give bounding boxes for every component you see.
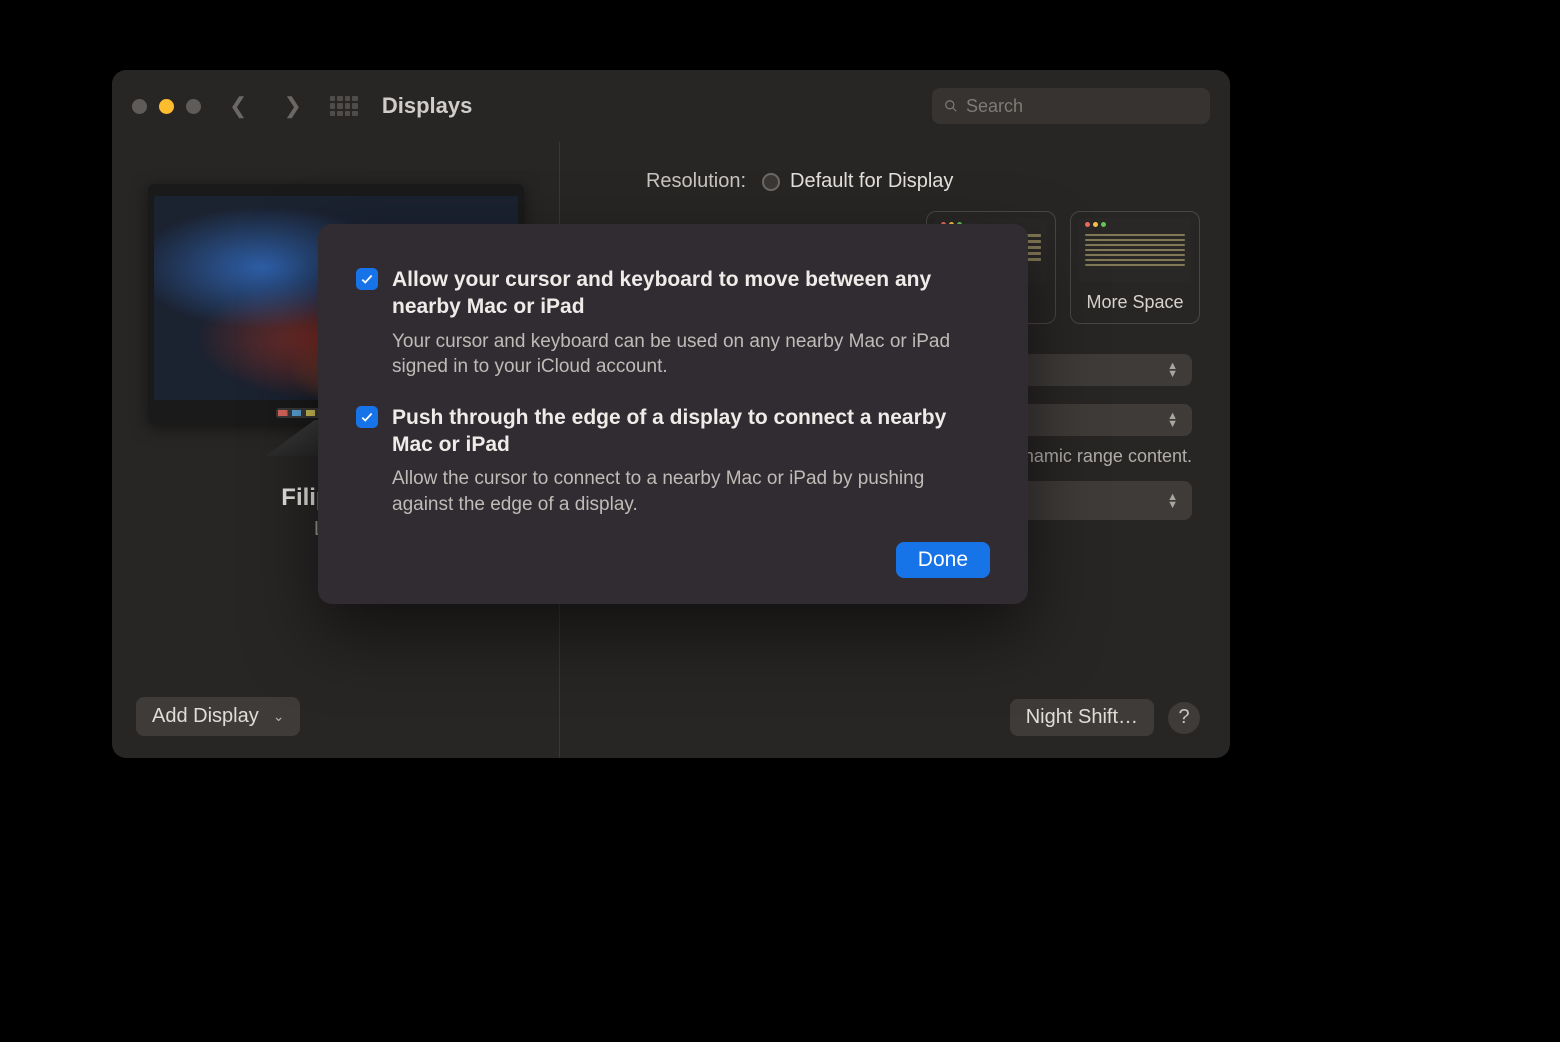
- checkmark-icon: [360, 410, 374, 424]
- zoom-button[interactable]: [186, 99, 201, 114]
- forward-button[interactable]: ❯: [283, 93, 301, 119]
- add-display-button[interactable]: Add Display ⌄: [136, 697, 300, 736]
- show-all-icon[interactable]: [330, 96, 358, 116]
- resolution-default-text: Default for Display: [790, 170, 953, 193]
- allow-cursor-keyboard-desc: Your cursor and keyboard can be used on …: [392, 329, 990, 380]
- updown-icon: ▲▼: [1167, 493, 1178, 509]
- resolution-tile-more-space-label: More Space: [1079, 292, 1191, 313]
- chevron-down-icon: ⌄: [273, 708, 285, 725]
- done-button[interactable]: Done: [896, 542, 990, 578]
- updown-icon: ▲▼: [1167, 412, 1178, 428]
- help-button[interactable]: ?: [1168, 702, 1200, 734]
- search-icon: [944, 97, 958, 115]
- window-title: Displays: [382, 93, 473, 119]
- push-through-edge-checkbox[interactable]: [356, 406, 378, 428]
- night-shift-button[interactable]: Night Shift…: [1010, 699, 1154, 736]
- universal-control-sheet: Allow your cursor and keyboard to move b…: [318, 224, 1028, 604]
- resolution-tile-more-space[interactable]: More Space: [1070, 211, 1200, 324]
- push-through-edge-title: Push through the edge of a display to co…: [392, 404, 990, 459]
- resolution-label: Resolution:: [590, 170, 746, 193]
- updown-icon: ▲▼: [1167, 362, 1178, 378]
- resolution-default-radio[interactable]: [762, 173, 780, 191]
- minimize-button[interactable]: [159, 99, 174, 114]
- search-field[interactable]: [932, 88, 1210, 124]
- traffic-lights: [132, 99, 201, 114]
- resolution-preview-icon: [1079, 218, 1191, 282]
- back-button[interactable]: ❮: [229, 93, 247, 119]
- allow-cursor-keyboard-checkbox[interactable]: [356, 268, 378, 290]
- push-through-edge-desc: Allow the cursor to connect to a nearby …: [392, 466, 990, 517]
- nav-arrows: ❮ ❯: [229, 93, 302, 119]
- allow-cursor-keyboard-title: Allow your cursor and keyboard to move b…: [392, 266, 990, 321]
- close-button[interactable]: [132, 99, 147, 114]
- add-display-label: Add Display: [152, 705, 259, 728]
- titlebar: ❮ ❯ Displays: [112, 70, 1230, 142]
- checkmark-icon: [360, 272, 374, 286]
- search-input[interactable]: [966, 96, 1198, 117]
